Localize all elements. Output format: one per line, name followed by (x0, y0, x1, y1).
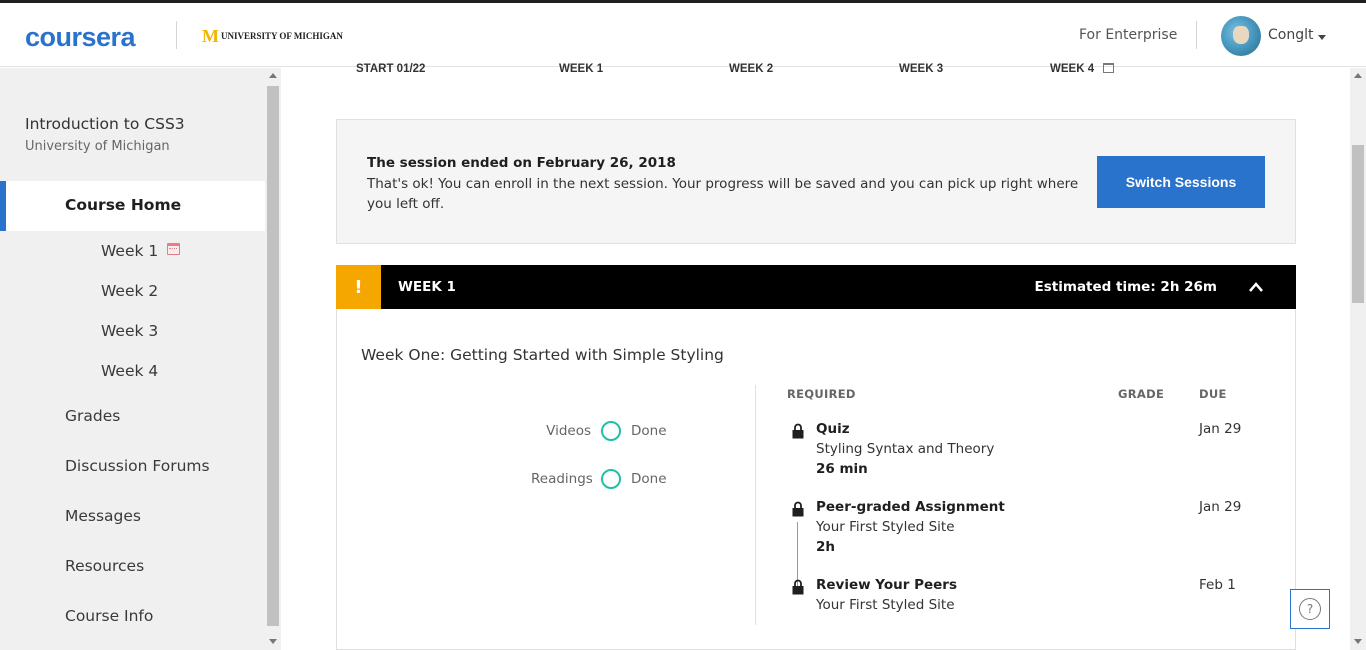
sidebar-scrollbar[interactable] (265, 68, 281, 650)
sidebar-item-course-info[interactable]: Course Info (65, 607, 153, 625)
week-heading: Week One: Getting Started with Simple St… (361, 346, 724, 364)
item-type: Peer-graded Assignment (816, 499, 1005, 515)
scrollbar-thumb[interactable] (267, 86, 279, 626)
user-avatar[interactable] (1221, 16, 1261, 56)
videos-progress: Videos Done (531, 421, 667, 441)
session-ended-banner: The session ended on February 26, 2018 T… (336, 119, 1296, 244)
header-divider (1196, 21, 1197, 49)
week-label: WEEK 1 (398, 279, 456, 295)
quiz-item[interactable]: Quiz Styling Syntax and Theory 26 min (816, 421, 994, 477)
item-due: Jan 29 (1199, 499, 1242, 515)
timeline-week-4: WEEK 4 (1050, 63, 1095, 75)
lock-icon (792, 423, 804, 439)
review-peers-item[interactable]: Review Your Peers Your First Styled Site (816, 577, 957, 613)
peer-assignment-item[interactable]: Peer-graded Assignment Your First Styled… (816, 499, 1005, 555)
progress-circle-icon (601, 469, 621, 489)
sidebar-item-week-2[interactable]: Week 2 (101, 282, 158, 300)
sidebar-item-label: Course Home (65, 196, 182, 214)
scroll-up-icon[interactable] (269, 73, 277, 78)
estimated-time: Estimated time: 2h 26m (1034, 279, 1217, 295)
header: coursera M UNIVERSITY OF MICHIGAN For En… (0, 3, 1366, 67)
progress-status: Done (631, 471, 667, 487)
sidebar-item-course-home[interactable]: Course Home (0, 181, 265, 231)
week-header-bar[interactable]: ! WEEK 1 Estimated time: 2h 26m (336, 265, 1296, 309)
required-column-header: REQUIRED (787, 387, 856, 401)
help-button[interactable]: ? (1290, 589, 1330, 629)
university-logo[interactable]: M UNIVERSITY OF MICHIGAN (202, 27, 343, 45)
progress-circle-icon (601, 421, 621, 441)
item-time: 26 min (816, 461, 868, 477)
timeline-week-2: WEEK 2 (729, 63, 774, 75)
university-mark: M (202, 26, 219, 46)
username[interactable]: Conglt (1268, 27, 1313, 43)
sidebar-item-grades[interactable]: Grades (65, 407, 120, 425)
scroll-down-icon[interactable] (1354, 639, 1362, 644)
chevron-up-icon[interactable] (1249, 280, 1263, 294)
readings-progress: Readings Done (531, 469, 667, 489)
scrollbar-thumb[interactable] (1352, 145, 1364, 303)
progress-label: Readings (531, 471, 593, 487)
scroll-up-icon[interactable] (1354, 73, 1362, 78)
for-enterprise-link[interactable]: For Enterprise (1079, 27, 1177, 43)
column-divider (755, 385, 756, 625)
help-icon: ? (1299, 598, 1321, 620)
item-type: Review Your Peers (816, 577, 957, 593)
item-title[interactable]: Your First Styled Site (816, 519, 1005, 535)
sidebar: Introduction to CSS3 University of Michi… (0, 68, 265, 650)
session-title: The session ended on February 26, 2018 (367, 155, 676, 171)
session-message: That's ok! You can enroll in the next se… (367, 176, 1079, 212)
chevron-down-icon[interactable] (1318, 35, 1326, 40)
lock-icon (792, 579, 804, 595)
item-type: Quiz (816, 421, 850, 437)
calendar-icon (167, 243, 180, 255)
course-org: University of Michigan (25, 139, 170, 154)
coursera-logo[interactable]: coursera (25, 22, 136, 53)
sidebar-item-resources[interactable]: Resources (65, 557, 144, 575)
item-due: Jan 29 (1199, 421, 1242, 437)
sidebar-item-discussion-forums[interactable]: Discussion Forums (65, 457, 210, 475)
sidebar-item-week-1[interactable]: Week 1 (101, 242, 158, 260)
timeline-week-3: WEEK 3 (899, 63, 944, 75)
item-time: 2h (816, 539, 836, 555)
sidebar-item-messages[interactable]: Messages (65, 507, 141, 525)
due-column-header: DUE (1199, 387, 1227, 401)
sidebar-item-week-4[interactable]: Week 4 (101, 362, 158, 380)
university-name: UNIVERSITY OF MICHIGAN (221, 31, 343, 41)
item-connector (797, 522, 798, 586)
item-title[interactable]: Styling Syntax and Theory (816, 441, 994, 457)
switch-sessions-button[interactable]: Switch Sessions (1097, 156, 1265, 208)
progress-label: Videos (546, 423, 591, 439)
course-title[interactable]: Introduction to CSS3 (25, 115, 185, 133)
timeline-week-1: WEEK 1 (559, 63, 604, 75)
page-scrollbar[interactable] (1350, 68, 1366, 650)
calendar-icon (1103, 63, 1114, 73)
item-title[interactable]: Your First Styled Site (816, 597, 957, 613)
week-content: Week One: Getting Started with Simple St… (336, 309, 1296, 650)
item-due: Feb 1 (1199, 577, 1236, 593)
header-divider (176, 21, 177, 49)
warning-icon: ! (336, 265, 381, 309)
progress-status: Done (631, 423, 667, 439)
timeline-start: START 01/22 (356, 63, 426, 75)
grade-column-header: GRADE (1118, 387, 1165, 401)
lock-icon (792, 501, 804, 517)
scroll-down-icon[interactable] (269, 639, 277, 644)
sidebar-item-week-3[interactable]: Week 3 (101, 322, 158, 340)
